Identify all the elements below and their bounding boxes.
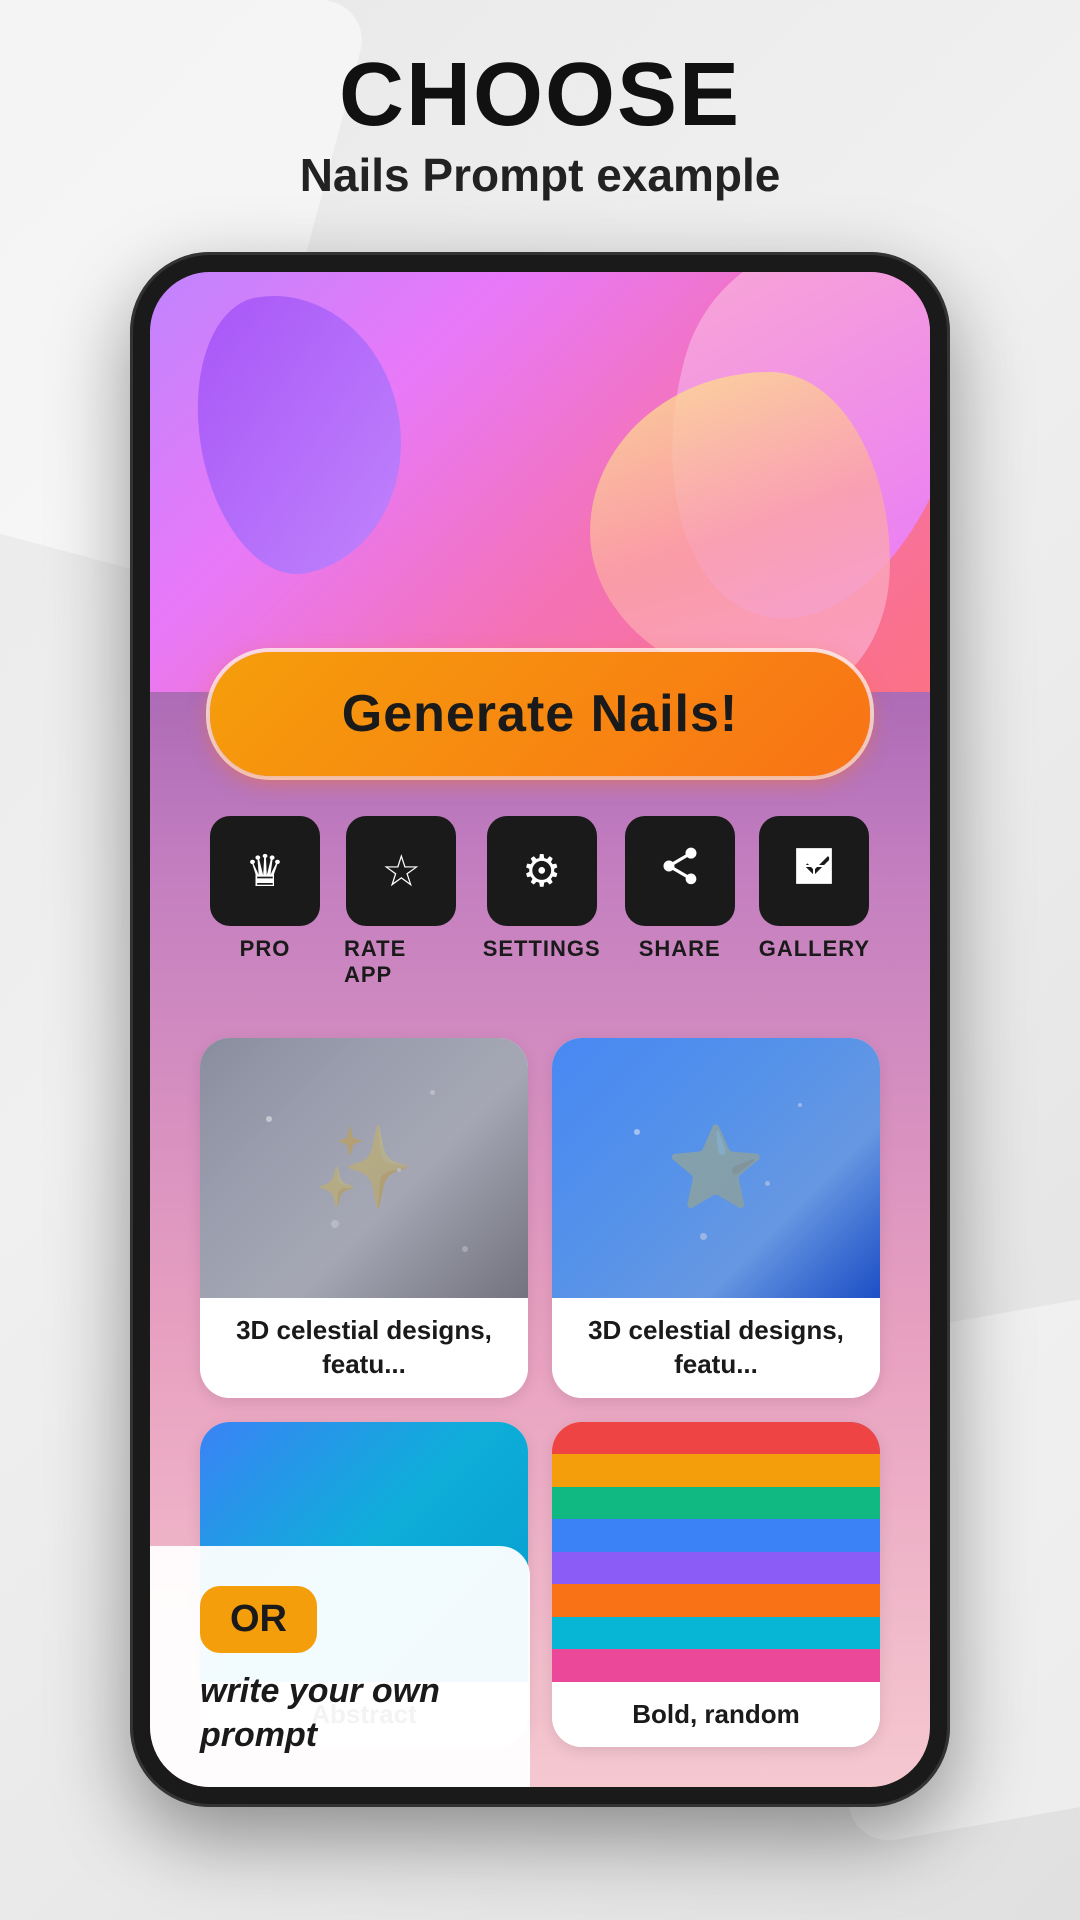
pro-item: ♛ PRO <box>210 816 320 988</box>
gallery-item: GALLERY <box>759 816 870 988</box>
nail-card-4-label: Bold, random <box>552 1682 880 1748</box>
gallery-label: GALLERY <box>759 936 870 962</box>
generate-nails-button[interactable]: Generate Nails! <box>210 652 870 776</box>
nail-card-4-image <box>552 1422 880 1682</box>
nail-hero-image <box>150 272 930 692</box>
nail-card-1[interactable]: 3D celestial designs, featu... <box>200 1038 528 1398</box>
subtitle: Nails Prompt example <box>300 148 781 202</box>
nail-card-1-image <box>200 1038 528 1298</box>
settings-icon-box[interactable]: ⚙ <box>487 816 597 926</box>
write-prompt-text: write your own prompt <box>200 1669 490 1757</box>
nail-card-2-image <box>552 1038 880 1298</box>
gear-icon: ⚙ <box>522 846 561 897</box>
rate-app-label: RATE APP <box>344 936 459 988</box>
gallery-icon-box[interactable] <box>759 816 869 926</box>
action-icons-row: ♛ PRO ☆ RATE APP ⚙ SETTINGS <box>150 776 930 1008</box>
rate-app-item: ☆ RATE APP <box>344 816 459 988</box>
settings-item: ⚙ SETTINGS <box>483 816 601 988</box>
rate-app-icon-box[interactable]: ☆ <box>346 816 456 926</box>
header-section: CHOOSE Nails Prompt example <box>260 0 821 222</box>
pro-label: PRO <box>240 936 291 962</box>
nail-card-1-label: 3D celestial designs, featu... <box>200 1298 528 1398</box>
main-title: CHOOSE <box>300 50 781 140</box>
or-prompt-box: OR write your own prompt <box>150 1546 530 1787</box>
share-item: SHARE <box>625 816 735 988</box>
share-label: SHARE <box>639 936 721 962</box>
phone-mockup: Generate Nails! ♛ PRO ☆ RATE APP <box>130 252 950 1807</box>
nail-card-2-label: 3D celestial designs, featu... <box>552 1298 880 1398</box>
nail-card-4[interactable]: Bold, random <box>552 1422 880 1748</box>
generate-button-wrapper: Generate Nails! <box>150 652 930 776</box>
settings-label: SETTINGS <box>483 936 601 962</box>
gallery-icon <box>792 844 836 899</box>
phone-screen: Generate Nails! ♛ PRO ☆ RATE APP <box>150 272 930 1787</box>
page-wrapper: CHOOSE Nails Prompt example Generate Nai… <box>0 0 1080 1807</box>
share-icon-box[interactable] <box>625 816 735 926</box>
or-badge: OR <box>200 1586 317 1653</box>
nail-card-2[interactable]: 3D celestial designs, featu... <box>552 1038 880 1398</box>
nail-finger-decor <box>590 372 890 692</box>
pro-icon-box[interactable]: ♛ <box>210 816 320 926</box>
star-icon: ☆ <box>382 846 421 897</box>
crown-icon: ♛ <box>245 846 284 897</box>
share-icon <box>658 844 702 898</box>
